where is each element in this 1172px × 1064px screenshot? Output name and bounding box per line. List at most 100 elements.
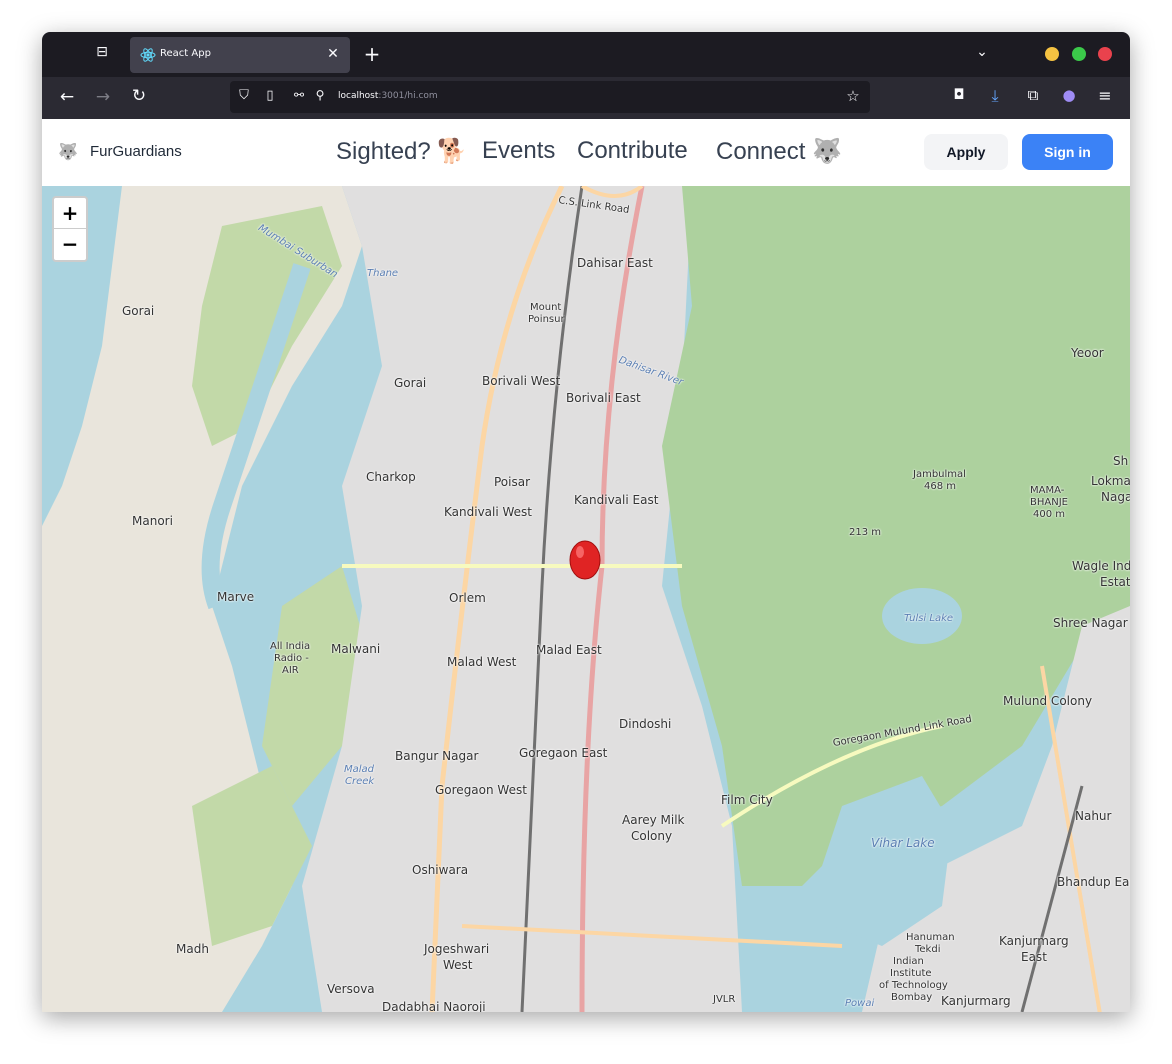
map-label: Versova (327, 982, 375, 996)
download-icon[interactable]: ⤓ (984, 86, 1006, 108)
map-label: Madh (176, 942, 209, 956)
map-label: East (1021, 950, 1047, 964)
map-label: Jambulmal (913, 469, 966, 480)
url-text[interactable]: localhost:3001/hi.com (338, 91, 438, 101)
pocket-icon[interactable]: ◘ (948, 87, 970, 109)
map-label: Charkop (366, 470, 416, 484)
map-label: Poisar (494, 475, 531, 489)
map-label: Oshiwara (412, 863, 469, 877)
map-label: Gorai (394, 376, 427, 390)
map-label: Wagle Ind (1072, 559, 1130, 573)
map-label: Nahur (1075, 809, 1112, 823)
wolf-logo-icon[interactable]: 🐺 (58, 142, 78, 161)
browser-window: ⊟ React App ✕ + ⌄ ← → ↻ ⛉ ▯ ⚯ ⚲ localhos… (42, 32, 1130, 1012)
map-label: Malwani (331, 642, 381, 656)
map-label: Colony (631, 829, 673, 843)
map-label: Institute (890, 968, 932, 979)
map-label: Mount (530, 302, 562, 313)
map-label: West (443, 958, 473, 972)
map-label: Aarey Milk (622, 813, 685, 827)
map-label: 400 m (1033, 509, 1066, 520)
map-label: 213 m (849, 527, 882, 538)
menu-icon[interactable]: ≡ (1094, 86, 1116, 108)
shield-icon[interactable]: ⛉ (236, 88, 252, 106)
map-label: Bhandup Eas (1057, 875, 1130, 889)
map-label: Kanjurmarg (941, 994, 1011, 1008)
map-label: Indian (893, 956, 924, 967)
map-label: Tekdi (915, 944, 941, 955)
sign-in-button[interactable]: Sign in (1022, 134, 1113, 170)
map-label: Radio - (274, 653, 309, 664)
map-label: Poinsur (528, 314, 565, 325)
map-label: Borivali West (482, 374, 561, 388)
site-navbar: 🐺 FurGuardians Sighted? 🐕 Events Contrib… (42, 119, 1130, 186)
map-label: All India (270, 641, 311, 652)
map-label: Creek (345, 776, 375, 787)
map-label: Yeoor (1071, 346, 1104, 360)
chevron-down-icon[interactable]: ⌄ (972, 44, 992, 64)
map-label: of Technology (879, 980, 948, 991)
zoom-control: + − (52, 196, 88, 262)
extension-ghost-icon[interactable]: ● (1058, 86, 1080, 108)
nav-link-sighted[interactable]: Sighted? 🐕 (336, 137, 467, 166)
minimize-button[interactable] (1045, 47, 1059, 61)
map-label: Bombay (891, 992, 933, 1003)
page-content: 🐺 FurGuardians Sighted? 🐕 Events Contrib… (42, 119, 1130, 1012)
map-label: Lokma (1091, 474, 1130, 488)
map-label: Dadabhai Naoroji (382, 1000, 486, 1012)
map-label: Marve (217, 590, 255, 604)
map-label: Jogeshwari (424, 942, 490, 956)
map-label: Kanjurmarg (999, 934, 1069, 948)
back-icon[interactable]: ← (56, 87, 78, 109)
map-label: MAMA- (1030, 485, 1065, 496)
apply-button[interactable]: Apply (924, 134, 1008, 170)
permissions-icon[interactable]: ⚯ (290, 88, 308, 106)
map-label: Kandivali West (444, 505, 533, 519)
map-label: Naga (1101, 490, 1130, 504)
map-label: Bangur Nagar (395, 749, 479, 763)
extensions-icon[interactable]: ⧉ (1022, 86, 1044, 108)
react-icon (140, 48, 156, 62)
map-label: Shree Nagar (1053, 616, 1128, 630)
nav-link-connect[interactable]: Connect 🐺 (716, 137, 842, 166)
map-label: Malad East (536, 643, 602, 657)
marker-highlight (576, 546, 584, 558)
brand-name[interactable]: FurGuardians (90, 143, 182, 160)
location-marker (569, 540, 601, 580)
bookmark-star-icon[interactable]: ☆ (844, 87, 862, 105)
navigation-toolbar: ← → ↻ ⛉ ▯ ⚯ ⚲ localhost:3001/hi.com ☆ ◘ … (42, 77, 1130, 119)
map-label: Malad (344, 764, 375, 775)
tab-overview-icon[interactable]: ⊟ (92, 44, 112, 64)
nav-link-contribute[interactable]: Contribute (577, 137, 688, 165)
reload-icon[interactable]: ↻ (128, 86, 150, 108)
zoom-in-button[interactable]: + (54, 198, 86, 229)
map-label: Film City (721, 793, 773, 807)
zoom-out-button[interactable]: − (54, 229, 86, 259)
map-label: Goregaon East (519, 746, 608, 760)
map-label: 468 m (924, 481, 957, 492)
map-label: Dindoshi (619, 717, 672, 731)
url-bar[interactable]: ⛉ ▯ ⚯ ⚲ localhost:3001/hi.com ☆ (230, 81, 870, 113)
map-label: Mulund Colony (1003, 694, 1093, 708)
location-icon[interactable]: ⚲ (312, 88, 328, 106)
map-label: Gorai (122, 304, 155, 318)
map-label: Powai (845, 998, 875, 1009)
map-label: Goregaon West (435, 783, 527, 797)
map-label: Thane (367, 268, 399, 279)
tab-react-app[interactable]: React App ✕ (130, 37, 350, 73)
tab-title: React App (160, 48, 211, 59)
nav-link-events[interactable]: Events (482, 137, 555, 165)
new-tab-icon[interactable]: + (362, 42, 382, 66)
close-tab-icon[interactable]: ✕ (324, 45, 342, 63)
maximize-button[interactable] (1072, 47, 1086, 61)
map-label: Dahisar East (577, 256, 653, 270)
map-view[interactable]: + − Gorai Gorai Manori Marve Charkop Dah… (42, 186, 1130, 1012)
map-label: Malad West (447, 655, 517, 669)
page-icon: ▯ (266, 88, 274, 103)
map-label: Hanuman (906, 932, 955, 943)
map-label: JVLR (713, 994, 736, 1005)
map-label: Kandivali East (574, 493, 659, 507)
forward-icon[interactable]: → (92, 87, 114, 109)
map-label: Tulsi Lake (904, 613, 954, 624)
close-window-button[interactable] (1098, 47, 1112, 61)
